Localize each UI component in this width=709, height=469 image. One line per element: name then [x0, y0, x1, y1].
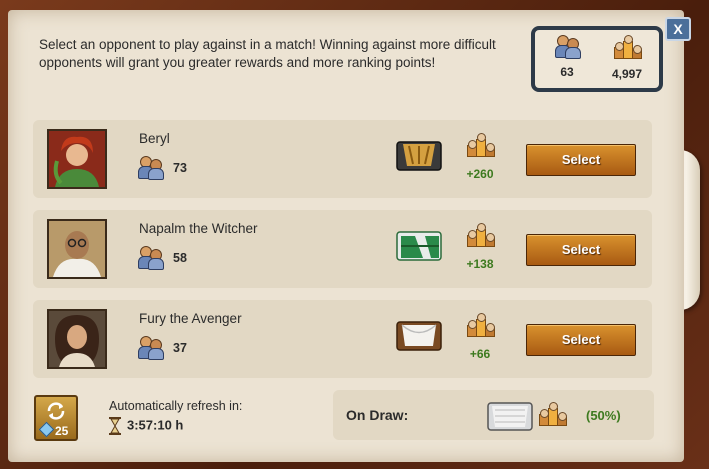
reward: +260	[463, 132, 497, 181]
reward: +66	[463, 312, 497, 361]
people-icon	[554, 34, 581, 59]
opponent-name: Napalm the Witcher	[139, 221, 258, 236]
opponent-rank-value: 37	[173, 341, 187, 355]
opponent-name: Beryl	[139, 131, 170, 146]
auto-refresh-label: Automatically refresh in:	[109, 399, 243, 413]
reward-points: +138	[466, 257, 494, 271]
select-button[interactable]: Select	[526, 234, 636, 266]
refresh-timer: 3:57:10 h	[109, 417, 183, 435]
refresh-icon	[47, 402, 65, 420]
on-draw-panel: On Draw: (50%)	[333, 390, 654, 440]
opponent-rank-value: 73	[173, 161, 187, 175]
player-rank-value: 63	[560, 65, 574, 79]
opponent-row: Fury the Avenger 37 +66 Select	[33, 300, 652, 378]
opponent-rank-value: 58	[173, 251, 187, 265]
draw-chest-icon	[487, 400, 533, 437]
green-chest-icon	[395, 228, 443, 262]
gold-chest-icon	[395, 138, 443, 172]
podium-icon	[467, 132, 495, 158]
refresh-cost: 25	[38, 421, 74, 438]
opponent-row: Beryl 73 +260 Select	[33, 120, 652, 198]
opponent-name: Fury the Avenger	[139, 311, 242, 326]
select-button[interactable]: Select	[526, 144, 636, 176]
people-icon	[137, 155, 164, 180]
podium-icon	[467, 312, 495, 338]
opponent-row: Napalm the Witcher 58 +138 Select	[33, 210, 652, 288]
podium-icon	[614, 34, 642, 60]
player-points-stat: 4,997	[599, 34, 655, 81]
opponent-avatar	[47, 309, 107, 369]
reward: +138	[463, 222, 497, 271]
opponent-rank: 73	[137, 155, 187, 184]
people-icon	[137, 245, 164, 270]
on-draw-label: On Draw:	[346, 407, 409, 423]
refresh-button[interactable]: 25	[34, 395, 78, 441]
player-rank-stat: 63	[539, 34, 595, 79]
podium-icon	[467, 222, 495, 248]
reward-points: +260	[466, 167, 494, 181]
close-button[interactable]: X	[665, 17, 691, 41]
refresh-timer-value: 3:57:10 h	[127, 417, 184, 433]
diamond-icon	[38, 421, 55, 438]
people-icon	[137, 335, 164, 360]
select-button[interactable]: Select	[526, 324, 636, 356]
reward-points: +66	[469, 347, 491, 361]
intro-text: Select an opponent to play against in a …	[39, 37, 496, 70]
player-stats-box: 63 4,997	[531, 26, 663, 92]
wooden-chest-icon	[395, 318, 443, 352]
player-points-value: 4,997	[611, 67, 643, 81]
opponent-avatar	[47, 219, 107, 279]
opponent-rank: 58	[137, 245, 187, 274]
draw-reward	[539, 401, 567, 432]
hourglass-icon	[109, 417, 121, 435]
draw-percent: (50%)	[586, 408, 621, 423]
opponent-rank: 37	[137, 335, 187, 364]
refresh-cost-value: 25	[55, 424, 69, 438]
podium-icon	[539, 401, 567, 427]
opponent-avatar	[47, 129, 107, 189]
